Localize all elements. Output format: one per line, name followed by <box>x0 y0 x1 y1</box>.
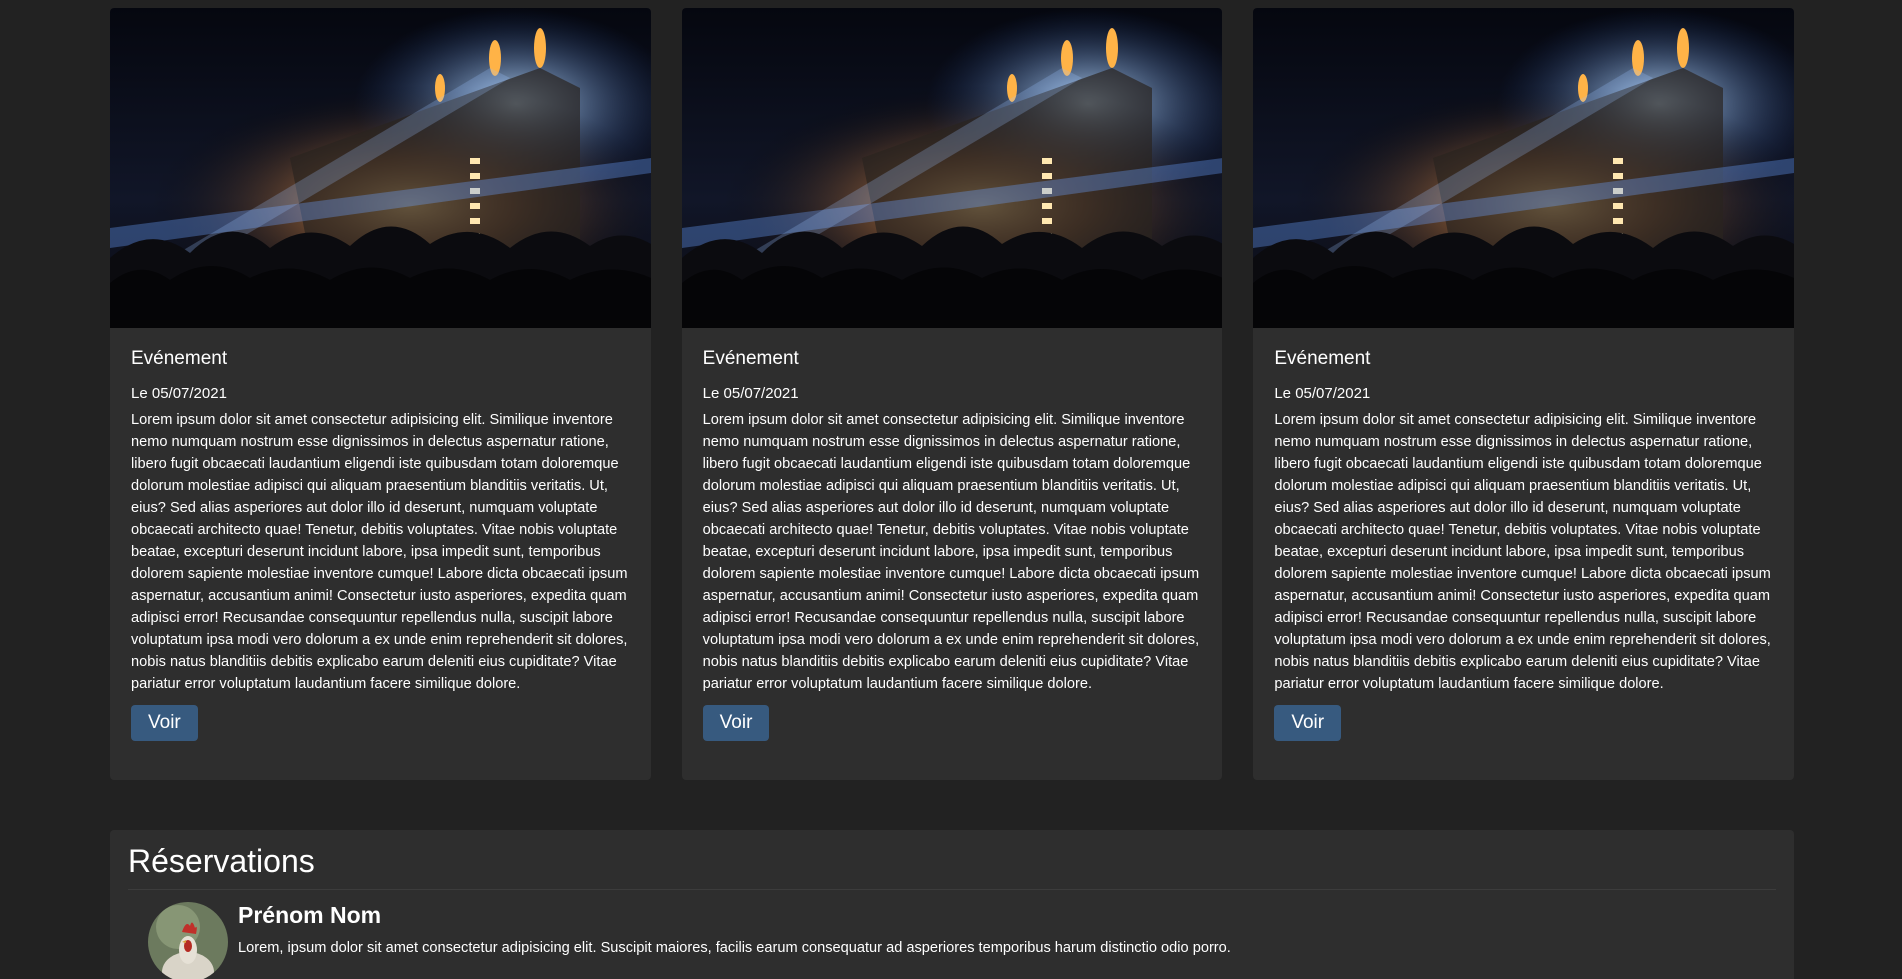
reservations-title: Réservations <box>128 843 315 879</box>
concert-image <box>681 8 1223 328</box>
event-description: Lorem ipsum dolor sit amet consectetur a… <box>1274 411 1771 692</box>
concert-image <box>110 8 651 328</box>
page: Evénement Le 05/07/2021 Lorem ipsum dolo… <box>0 0 1902 979</box>
view-button[interactable]: Voir <box>131 704 198 741</box>
event-card-body: Evénement Le 05/07/2021 Lorem ipsum dolo… <box>682 328 1223 741</box>
reservation-name: Prénom Nom <box>238 902 382 929</box>
divider <box>128 889 1776 891</box>
reservation-content: Prénom Nom Lorem, ipsum dolor sit amet c… <box>238 902 1231 959</box>
view-button[interactable]: Voir <box>1274 704 1342 741</box>
event-card: Evénement Le 05/07/2021 Lorem ipsum dolo… <box>1253 8 1795 780</box>
event-title: Evénement <box>1274 348 1371 369</box>
event-cards: Evénement Le 05/07/2021 Lorem ipsum dolo… <box>110 8 1795 780</box>
event-card: Evénement Le 05/07/2021 Lorem ipsum dolo… <box>681 8 1223 780</box>
event-card-body: Evénement Le 05/07/2021 Lorem ipsum dolo… <box>110 328 651 741</box>
event-description: Lorem ipsum dolor sit amet consectetur a… <box>131 411 628 692</box>
event-date: Le 05/07/2021 <box>1274 384 1371 402</box>
concert-image <box>1253 8 1795 328</box>
rooster-icon <box>148 902 228 979</box>
event-card: Evénement Le 05/07/2021 Lorem ipsum dolo… <box>110 8 651 780</box>
avatar <box>148 902 228 979</box>
event-card-body: Evénement Le 05/07/2021 Lorem ipsum dolo… <box>1253 328 1794 741</box>
view-button[interactable]: Voir <box>702 704 770 741</box>
reservation-item: Prénom Nom Lorem, ipsum dolor sit amet c… <box>128 902 1776 979</box>
reservations-panel: Réservations Prénom Nom Lorem, ipsum dol… <box>110 830 1794 979</box>
event-description: Lorem ipsum dolor sit amet consectetur a… <box>702 411 1200 692</box>
event-date: Le 05/07/2021 <box>131 384 227 402</box>
event-date: Le 05/07/2021 <box>702 384 799 402</box>
event-title: Evénement <box>702 348 799 369</box>
reservation-text: Lorem, ipsum dolor sit amet consectetur … <box>238 939 1231 956</box>
event-title: Evénement <box>131 348 228 369</box>
